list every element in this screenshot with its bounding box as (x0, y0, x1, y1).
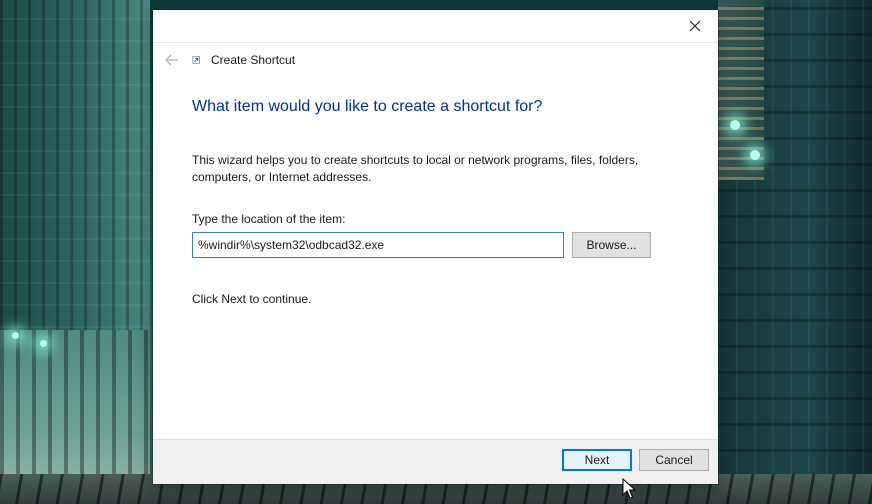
page-heading: What item would you like to create a sho… (192, 98, 543, 115)
wizard-title: Create Shortcut (211, 53, 296, 67)
close-button[interactable] (672, 10, 718, 42)
close-icon (689, 20, 701, 32)
create-shortcut-dialog: Create Shortcut What item would you like… (153, 10, 718, 484)
back-arrow-icon (165, 54, 178, 66)
wizard-nav-bar: Create Shortcut (153, 42, 718, 77)
background-light (730, 120, 740, 130)
background-light (750, 150, 760, 160)
browse-button[interactable]: Browse... (572, 232, 651, 258)
title-bar[interactable] (153, 10, 718, 42)
next-button[interactable]: Next (562, 449, 632, 471)
back-button[interactable] (157, 45, 187, 75)
desktop-background: Create Shortcut What item would you like… (0, 0, 872, 504)
continue-text: Click Next to continue. (192, 292, 312, 306)
background-light (12, 332, 19, 339)
mouse-pointer-icon (622, 478, 636, 499)
shortcut-wizard-icon (191, 54, 203, 66)
location-input[interactable] (192, 232, 564, 258)
cancel-button[interactable]: Cancel (639, 449, 709, 471)
wizard-description: This wizard helps you to create shortcut… (192, 153, 639, 184)
location-label: Type the location of the item: (192, 212, 346, 226)
wizard-content: What item would you like to create a sho… (153, 76, 718, 440)
background-light (40, 340, 47, 347)
